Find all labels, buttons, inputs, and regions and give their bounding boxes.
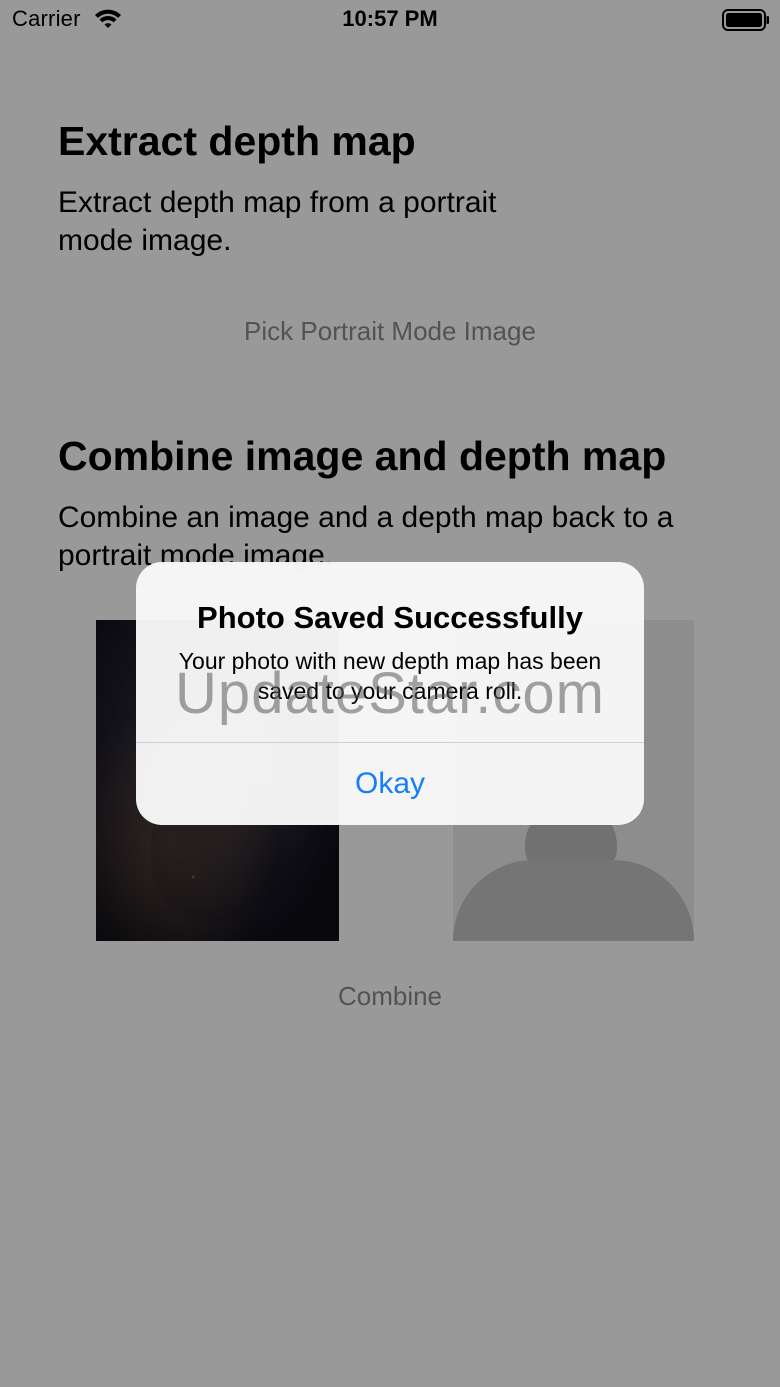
okay-button[interactable]: Okay	[136, 743, 644, 825]
alert-title: Photo Saved Successfully	[197, 600, 583, 635]
watermark: UpdateStar.com	[175, 661, 605, 726]
